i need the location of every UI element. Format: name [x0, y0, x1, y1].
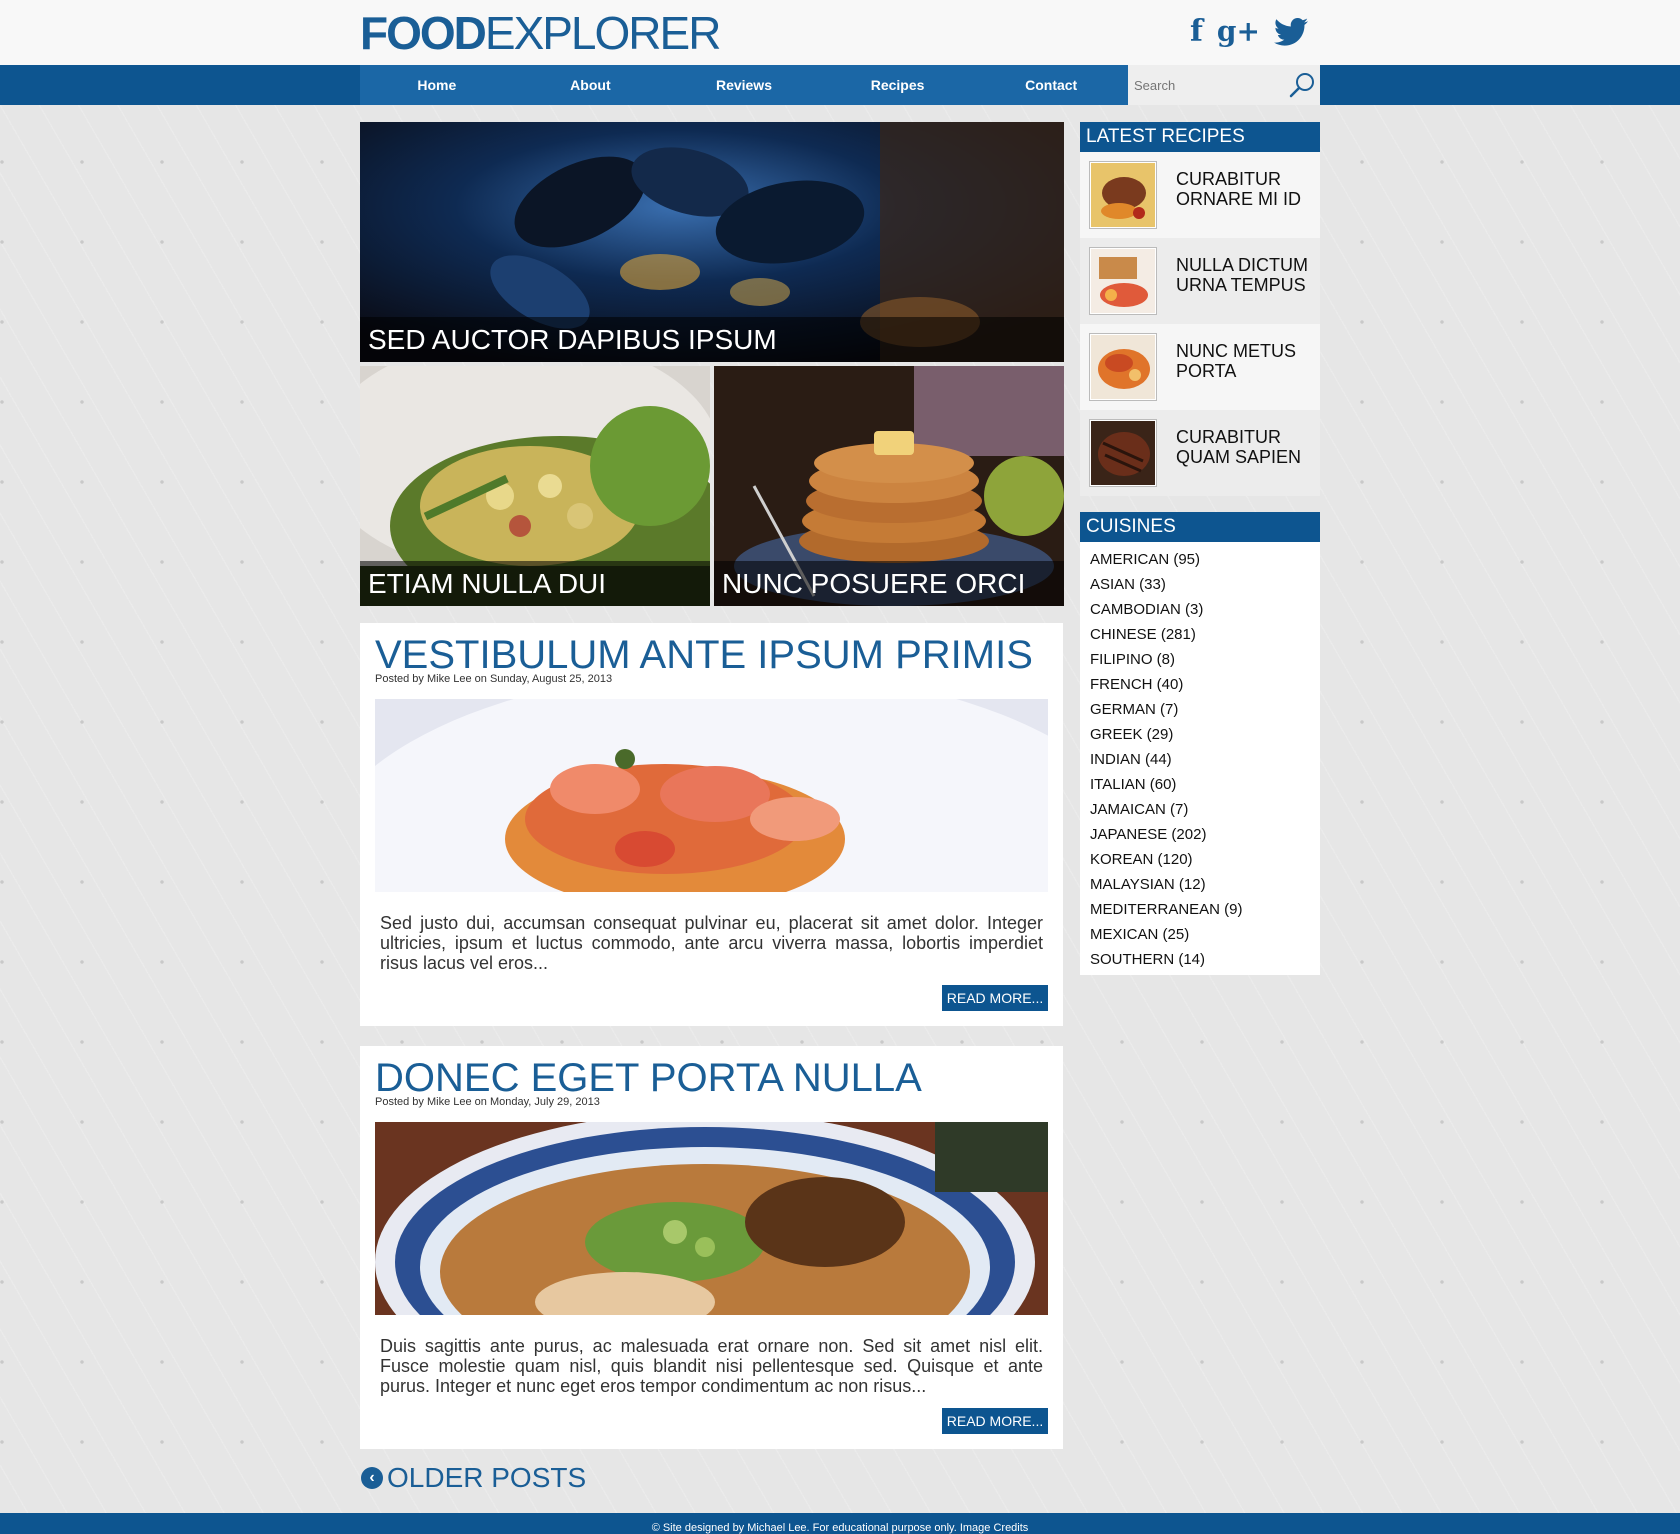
nav-item-recipes[interactable]: Recipes: [821, 65, 975, 105]
post-image[interactable]: [375, 1122, 1048, 1315]
social-links: f g+: [1190, 14, 1308, 50]
post-card: DONEC EGET PORTA NULLA Posted by Mike Le…: [360, 1046, 1063, 1449]
cuisine-link[interactable]: FILIPINO (8): [1080, 647, 1320, 672]
cuisines-title: CUISINES: [1080, 512, 1320, 542]
cuisine-link[interactable]: AMERICAN (95): [1080, 547, 1320, 572]
cuisine-link[interactable]: FRENCH (40): [1080, 672, 1320, 697]
cuisine-link[interactable]: SOUTHERN (14): [1080, 947, 1320, 972]
older-posts-link[interactable]: ‹ OLDER POSTS: [361, 1462, 586, 1494]
cuisine-link[interactable]: GERMAN (7): [1080, 697, 1320, 722]
recipe-thumbnail: [1089, 333, 1157, 401]
post-card: VESTIBULUM ANTE IPSUM PRIMIS Posted by M…: [360, 623, 1063, 1026]
post-excerpt: Duis sagittis ante purus, ac malesuada e…: [380, 1336, 1043, 1396]
cuisine-link[interactable]: KOREAN (120): [1080, 847, 1320, 872]
facebook-icon[interactable]: f: [1190, 14, 1203, 50]
cuisine-link[interactable]: CHINESE (281): [1080, 622, 1320, 647]
cuisine-link[interactable]: ITALIAN (60): [1080, 772, 1320, 797]
ramen-image: [375, 1122, 1048, 1315]
search-box: [1128, 65, 1320, 105]
cuisine-link[interactable]: MEXICAN (25): [1080, 922, 1320, 947]
search-icon[interactable]: [1288, 71, 1316, 99]
nav-item-contact[interactable]: Contact: [974, 65, 1128, 105]
featured-left-caption: ETIAM NULLA DUI: [360, 561, 710, 606]
cuisine-link[interactable]: JAPANESE (202): [1080, 822, 1320, 847]
nav-item-about[interactable]: About: [514, 65, 668, 105]
cuisine-link[interactable]: INDIAN (44): [1080, 747, 1320, 772]
site-logo[interactable]: FOODEXPLORER: [360, 7, 722, 59]
grilled-steak-image: [1091, 421, 1155, 485]
post-meta: Posted by Mike Lee on Sunday, August 25,…: [375, 673, 613, 685]
site-header: FOODEXPLORER f g+: [0, 0, 1680, 65]
footer-credits[interactable]: © Site designed by Michael Lee. For educ…: [652, 1522, 1029, 1534]
post-excerpt: Sed justo dui, accumsan consequat pulvin…: [380, 913, 1043, 973]
recipe-item[interactable]: NULLA DICTUM URNA TEMPUS: [1080, 238, 1320, 324]
googleplus-icon[interactable]: g+: [1217, 14, 1260, 50]
nav-item-reviews[interactable]: Reviews: [667, 65, 821, 105]
featured-main-caption: SED AUCTOR DAPIBUS IPSUM: [360, 317, 1064, 362]
search-input[interactable]: [1128, 65, 1278, 105]
pasta-plate-image: [1091, 335, 1155, 399]
cuisine-link[interactable]: CAMBODIAN (3): [1080, 597, 1320, 622]
shrimp-pasta-image: [375, 699, 1048, 892]
featured-main-card[interactable]: SED AUCTOR DAPIBUS IPSUM: [360, 122, 1064, 362]
logo-light-text: EXPLORER: [484, 7, 722, 59]
recipe-thumbnail: [1089, 419, 1157, 487]
recipe-item[interactable]: CURABITUR ORNARE MI ID: [1080, 152, 1320, 238]
cuisine-link[interactable]: GREEK (29): [1080, 722, 1320, 747]
recipe-item[interactable]: CURABITUR QUAM SAPIEN: [1080, 410, 1320, 496]
twitter-icon[interactable]: [1273, 17, 1308, 47]
post-image[interactable]: [375, 699, 1048, 892]
post-title[interactable]: DONEC EGET PORTA NULLA: [375, 1056, 922, 1100]
featured-right-card[interactable]: NUNC POSUERE ORCI: [714, 366, 1064, 606]
recipe-thumbnail: [1089, 161, 1157, 229]
recipe-item[interactable]: NUNC METUS PORTA: [1080, 324, 1320, 410]
latest-recipes-title: LATEST RECIPES: [1080, 122, 1320, 152]
sandwich-plate-image: [1091, 249, 1155, 313]
recipe-thumbnail: [1089, 247, 1157, 315]
cuisine-link[interactable]: JAMAICAN (7): [1080, 797, 1320, 822]
cuisines-list: AMERICAN (95) ASIAN (33) CAMBODIAN (3) C…: [1080, 542, 1320, 975]
older-posts-label: OLDER POSTS: [387, 1462, 587, 1493]
nav-menu: Home About Reviews Recipes Contact: [360, 65, 1128, 105]
logo-bold-text: FOOD: [360, 7, 487, 59]
recipe-title: NULLA DICTUM URNA TEMPUS: [1176, 255, 1309, 295]
featured-left-card[interactable]: ETIAM NULLA DUI: [360, 366, 710, 606]
steak-plate-image: [1091, 163, 1155, 227]
read-more-button[interactable]: READ MORE...: [942, 985, 1048, 1011]
cuisine-link[interactable]: ASIAN (33): [1080, 572, 1320, 597]
recipe-title: NUNC METUS PORTA: [1176, 341, 1296, 381]
chevron-left-icon: ‹: [361, 1467, 383, 1489]
latest-recipes-list: CURABITUR ORNARE MI ID NULLA DICTUM URNA…: [1080, 152, 1320, 496]
site-footer: © Site designed by Michael Lee. For educ…: [0, 1513, 1680, 1534]
main-navbar: Home About Reviews Recipes Contact: [0, 65, 1680, 105]
nav-item-home[interactable]: Home: [360, 65, 514, 105]
featured-right-caption: NUNC POSUERE ORCI: [714, 561, 1064, 606]
read-more-button[interactable]: READ MORE...: [942, 1408, 1048, 1434]
cuisine-link[interactable]: MALAYSIAN (12): [1080, 872, 1320, 897]
recipe-title: CURABITUR QUAM SAPIEN: [1176, 427, 1302, 467]
cuisine-link[interactable]: MEDITERRANEAN (9): [1080, 897, 1320, 922]
post-title[interactable]: VESTIBULUM ANTE IPSUM PRIMIS: [375, 633, 1033, 677]
recipe-title: CURABITUR ORNARE MI ID: [1176, 169, 1302, 209]
post-meta: Posted by Mike Lee on Monday, July 29, 2…: [375, 1096, 600, 1108]
